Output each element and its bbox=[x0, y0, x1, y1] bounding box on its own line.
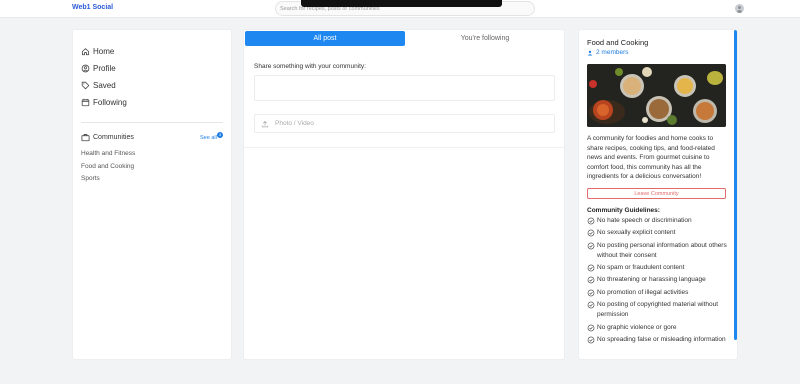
tab-following[interactable]: You're following bbox=[405, 31, 565, 46]
nav-item-saved[interactable]: Saved bbox=[81, 79, 116, 91]
profile-icon bbox=[81, 64, 90, 73]
communities-icon bbox=[81, 133, 90, 142]
check-circle-icon bbox=[587, 336, 595, 344]
check-circle-icon bbox=[587, 301, 595, 309]
guideline-item: No hate speech or discrimination bbox=[587, 216, 729, 226]
nav-item-profile[interactable]: Profile bbox=[81, 62, 116, 74]
check-circle-icon bbox=[587, 289, 595, 297]
guideline-item: No threatening or harassing language bbox=[587, 275, 729, 285]
nav-item-label: Home bbox=[93, 46, 115, 56]
post-input[interactable] bbox=[254, 75, 555, 101]
community-cover-image bbox=[587, 64, 726, 127]
check-circle-icon bbox=[587, 217, 595, 225]
guideline-item: No sexually explicit content bbox=[587, 228, 729, 238]
see-all-count-badge: 3 bbox=[217, 132, 223, 138]
guidelines-title: Community Guidelines: bbox=[587, 207, 660, 214]
community-description: A community for foodies and home cooks t… bbox=[587, 135, 715, 180]
check-circle-icon bbox=[587, 276, 595, 284]
guideline-item: No posting of copyrighted material witho… bbox=[587, 300, 729, 319]
communities-heading: Communities bbox=[81, 133, 134, 142]
leave-community-button[interactable]: Leave Community bbox=[587, 188, 726, 199]
top-bar: Web1 Social bbox=[0, 0, 800, 18]
panel-scrollbar[interactable] bbox=[734, 30, 737, 340]
see-all-link[interactable]: See all bbox=[200, 135, 217, 141]
communities-label: Communities bbox=[93, 134, 134, 141]
check-circle-icon bbox=[587, 264, 595, 272]
feed-divider bbox=[244, 147, 564, 148]
community-link-sports[interactable]: Sports bbox=[81, 175, 100, 182]
guideline-item: No spreading false or misleading informa… bbox=[587, 335, 729, 345]
check-circle-icon bbox=[587, 242, 595, 250]
nav-item-home[interactable]: Home bbox=[81, 45, 114, 57]
users-icon bbox=[587, 50, 593, 56]
community-title: Food and Cooking bbox=[587, 38, 649, 47]
share-prompt: Share something with your community: bbox=[254, 63, 366, 70]
tab-all-post[interactable]: All post bbox=[245, 31, 405, 46]
guideline-item: No posting personal information about ot… bbox=[587, 241, 729, 260]
community-link-health[interactable]: Health and Fitness bbox=[81, 150, 135, 157]
members-count[interactable]: 2 members bbox=[587, 49, 629, 56]
members-label: 2 members bbox=[596, 49, 629, 56]
community-link-food[interactable]: Food and Cooking bbox=[81, 163, 134, 170]
calendar-icon bbox=[81, 98, 90, 107]
community-panel: Food and Cooking 2 members A community f… bbox=[578, 29, 738, 360]
check-circle-icon bbox=[587, 324, 595, 332]
left-sidebar: Home Profile Saved Following Communities… bbox=[72, 29, 232, 360]
nav-item-following[interactable]: Following bbox=[81, 96, 127, 108]
check-circle-icon bbox=[587, 229, 595, 237]
sidebar-divider bbox=[81, 122, 223, 123]
user-avatar[interactable] bbox=[735, 4, 744, 13]
guideline-item: No spam or fraudulent content bbox=[587, 263, 729, 273]
upload-icon bbox=[261, 120, 269, 128]
home-icon bbox=[81, 47, 90, 56]
feed-panel: All post You're following Share somethin… bbox=[243, 29, 565, 360]
guideline-item: No promotion of illegal activities bbox=[587, 288, 729, 298]
brand-logo[interactable]: Web1 Social bbox=[72, 4, 113, 11]
nav-item-label: Following bbox=[93, 97, 127, 107]
photo-video-label: Photo / Video bbox=[275, 120, 314, 127]
photo-video-button[interactable]: Photo / Video bbox=[254, 114, 555, 133]
nav-item-label: Saved bbox=[93, 80, 116, 90]
nav-item-label: Profile bbox=[93, 63, 116, 73]
overlay-bar bbox=[301, 0, 502, 7]
tag-icon bbox=[81, 81, 90, 90]
guideline-item: No graphic violence or gore bbox=[587, 323, 729, 333]
